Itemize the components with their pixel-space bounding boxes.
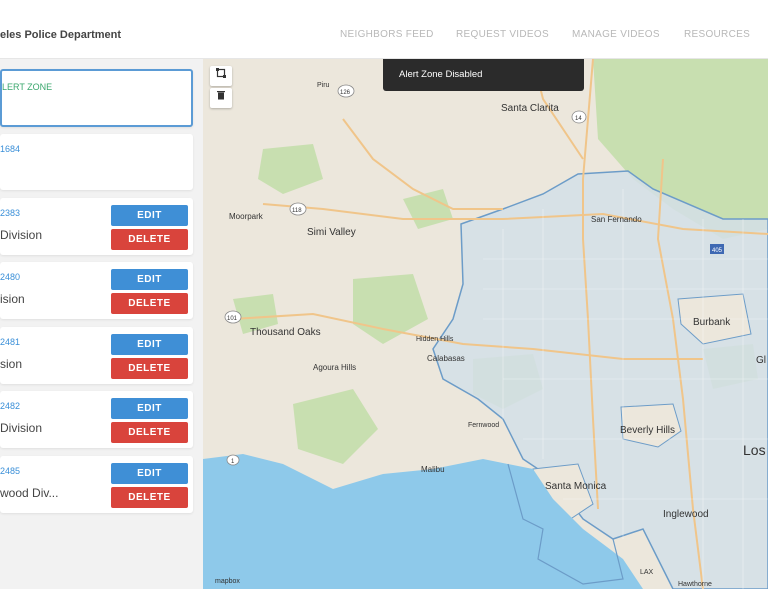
nav-manage-videos[interactable]: MANAGE VIDEOS [572,29,660,40]
polygon-tool-icon [216,68,226,78]
place-label: Malibu [421,465,445,474]
place-label: Simi Valley [307,227,356,238]
place-label: Inglewood [663,509,709,520]
delete-button[interactable]: DELETE [111,229,188,250]
edit-button[interactable]: EDIT [111,205,188,226]
delete-shape-button[interactable] [210,88,232,108]
place-label: San Fernando [591,215,642,224]
place-label: Hidden Hills [416,336,454,343]
top-navbar: eles Police Department NEIGHBORS FEED RE… [0,0,768,59]
svg-text:14: 14 [575,116,582,122]
highway-shield: 14 [571,110,587,124]
zone-code: 2480 [0,272,21,282]
place-label: Calabasas [427,354,465,363]
zone-card-1684[interactable]: 1684 [0,134,193,190]
svg-text:126: 126 [340,90,351,96]
place-label: Los [743,442,766,458]
highway-shield: 405 [710,244,724,254]
place-label: Gl [756,355,766,366]
zone-code: 1684 [0,144,21,154]
trash-icon [217,91,225,100]
place-label: Hawthorne [678,581,712,588]
highway-shield: 118 [289,202,307,216]
map-graphics: Santa Clarita Simi Valley Moorpark Thous… [203,59,768,589]
svg-text:118: 118 [292,208,302,214]
delete-button[interactable]: DELETE [111,293,188,314]
svg-text:101: 101 [227,316,238,322]
edit-button[interactable]: EDIT [111,334,188,355]
edit-button[interactable]: EDIT [111,463,188,484]
alert-zone-sidebar: LERT ZONE 1684 2383 Division EDIT DELETE… [0,59,203,589]
zone-title: wood Div... [0,486,59,500]
delete-button[interactable]: DELETE [111,422,188,443]
place-label: LAX [640,569,654,576]
department-name: eles Police Department [0,29,122,41]
highway-shield: 101 [224,310,242,324]
zone-card[interactable]: 2485 wood Div... EDIT DELETE [0,456,193,513]
zone-code: 2482 [0,401,21,411]
nav-request-videos[interactable]: REQUEST VIDEOS [456,29,549,40]
delete-button[interactable]: DELETE [111,487,188,508]
zone-card[interactable]: 2481 sion EDIT DELETE [0,327,193,384]
nav-resources[interactable]: RESOURCES [684,29,750,40]
zone-title: Division [0,421,43,435]
edit-button[interactable]: EDIT [111,269,188,290]
toast-notification: Alert Zone Disabled [383,59,584,91]
svg-text:405: 405 [712,248,723,254]
place-label: Santa Monica [545,481,607,492]
place-label: Santa Clarita [501,103,559,114]
zone-card[interactable]: 2480 ision EDIT DELETE [0,262,193,319]
edit-button[interactable]: EDIT [111,398,188,419]
draw-polygon-button[interactable] [210,66,232,86]
place-label: Fernwood [468,422,499,429]
place-label: Thousand Oaks [250,327,321,338]
place-label: Agoura Hills [313,363,356,372]
zone-card[interactable]: 2482 Division EDIT DELETE [0,391,193,448]
place-label: Piru [317,82,330,89]
zone-code: 2383 [0,208,21,218]
highway-shield: 1 [226,454,240,466]
new-alert-zone-card[interactable]: LERT ZONE [0,69,193,127]
footer-strip [0,589,768,600]
place-label: Burbank [693,317,731,328]
zone-card[interactable]: 2383 Division EDIT DELETE [0,198,193,255]
place-label: Beverly Hills [620,425,675,436]
delete-button[interactable]: DELETE [111,358,188,379]
zone-title: Division [0,228,43,242]
nav-neighbors-feed[interactable]: NEIGHBORS FEED [340,29,434,40]
place-label: Moorpark [229,212,264,221]
zone-title: sion [0,357,23,371]
mapbox-attribution: mapbox [215,578,240,585]
highway-shield: 126 [337,84,355,98]
zone-title: ision [0,292,25,306]
zone-code: 2481 [0,337,21,347]
zone-code: 2485 [0,466,21,476]
new-alert-zone-label: LERT ZONE [2,82,53,92]
map-canvas[interactable]: Santa Clarita Simi Valley Moorpark Thous… [203,59,768,589]
